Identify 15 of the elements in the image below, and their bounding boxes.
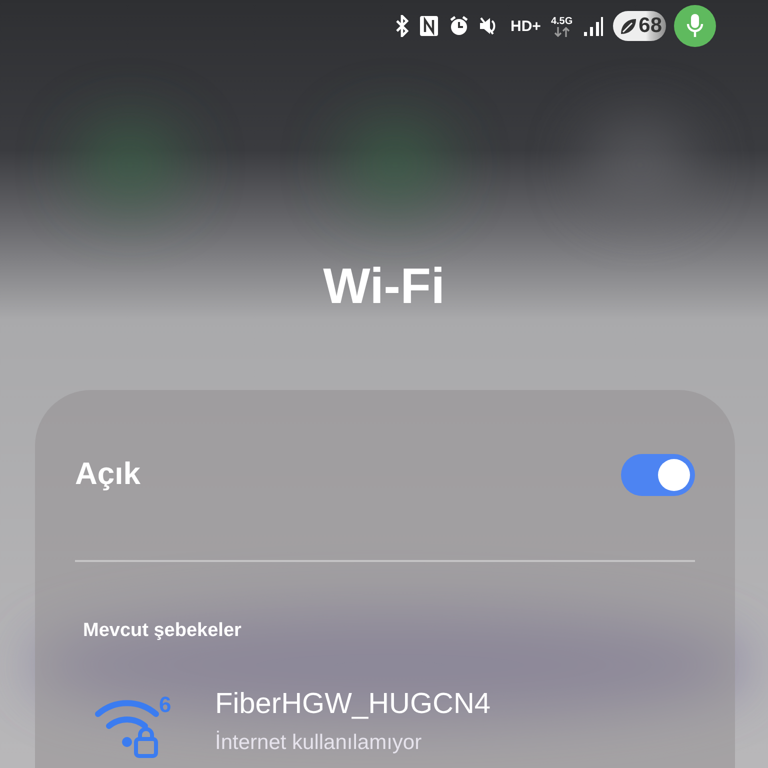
bluetooth-icon [394, 15, 409, 37]
network-type: 4.5G [550, 16, 573, 26]
hd-voice-label: HD+ [510, 18, 541, 34]
wifi-standard-label: 6 [159, 692, 172, 718]
alarm-icon [448, 15, 469, 37]
battery-indicator: 68 [612, 11, 666, 41]
data-arrows-icon [554, 26, 570, 36]
signal-icon [582, 16, 603, 36]
nfc-icon [418, 15, 439, 37]
wifi-switch[interactable] [621, 454, 695, 496]
section-title: Mevcut şebekeler [83, 620, 242, 642]
network-status: İnternet kullanılamıyor [215, 731, 423, 755]
page-title: Wi-Fi [322, 257, 446, 316]
toggle-label: Açık [75, 456, 140, 492]
network-name[interactable]: FiberHGW_HUGCN4 [215, 688, 491, 721]
